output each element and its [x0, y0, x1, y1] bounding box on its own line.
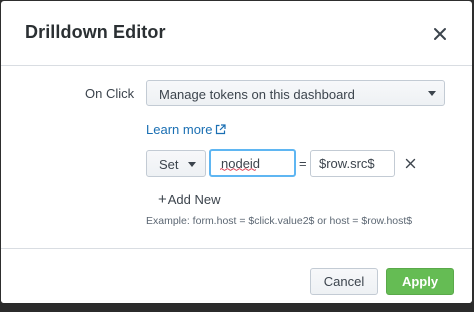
close-icon [434, 28, 446, 40]
token-action-dropdown[interactable]: Set [146, 150, 206, 177]
on-click-label: On Click [85, 86, 135, 101]
token-action-label: Set [159, 157, 179, 172]
backdrop-bottom-strip [0, 303, 474, 312]
plus-icon: + [158, 191, 167, 208]
example-hint: Example: form.host = $click.value2$ or h… [146, 215, 413, 227]
close-button[interactable] [429, 23, 451, 45]
dialog-header: Drilldown Editor [1, 1, 472, 66]
remove-token-button[interactable] [405, 158, 416, 169]
learn-more-link[interactable]: Learn more [146, 122, 227, 137]
cancel-button[interactable]: Cancel [310, 268, 378, 295]
chevron-down-icon [188, 162, 196, 167]
dialog-footer: Cancel Apply [1, 248, 472, 303]
chevron-down-icon [428, 91, 436, 96]
equals-sign: = [299, 156, 307, 171]
add-new-label: Add New [167, 192, 221, 207]
add-new-button[interactable]: + Add New [158, 192, 221, 207]
learn-more-label: Learn more [146, 122, 213, 137]
external-link-icon [216, 124, 227, 135]
token-name-input[interactable] [209, 149, 296, 177]
on-click-selected-value: Manage tokens on this dashboard [159, 87, 355, 102]
on-click-dropdown[interactable]: Manage tokens on this dashboard [146, 80, 445, 106]
dialog-title: Drilldown Editor [25, 22, 166, 42]
drilldown-editor-dialog: Drilldown Editor On Click Manage tokens … [1, 1, 472, 303]
apply-button[interactable]: Apply [386, 268, 454, 295]
token-value-input[interactable] [310, 150, 395, 177]
close-icon [405, 158, 416, 169]
